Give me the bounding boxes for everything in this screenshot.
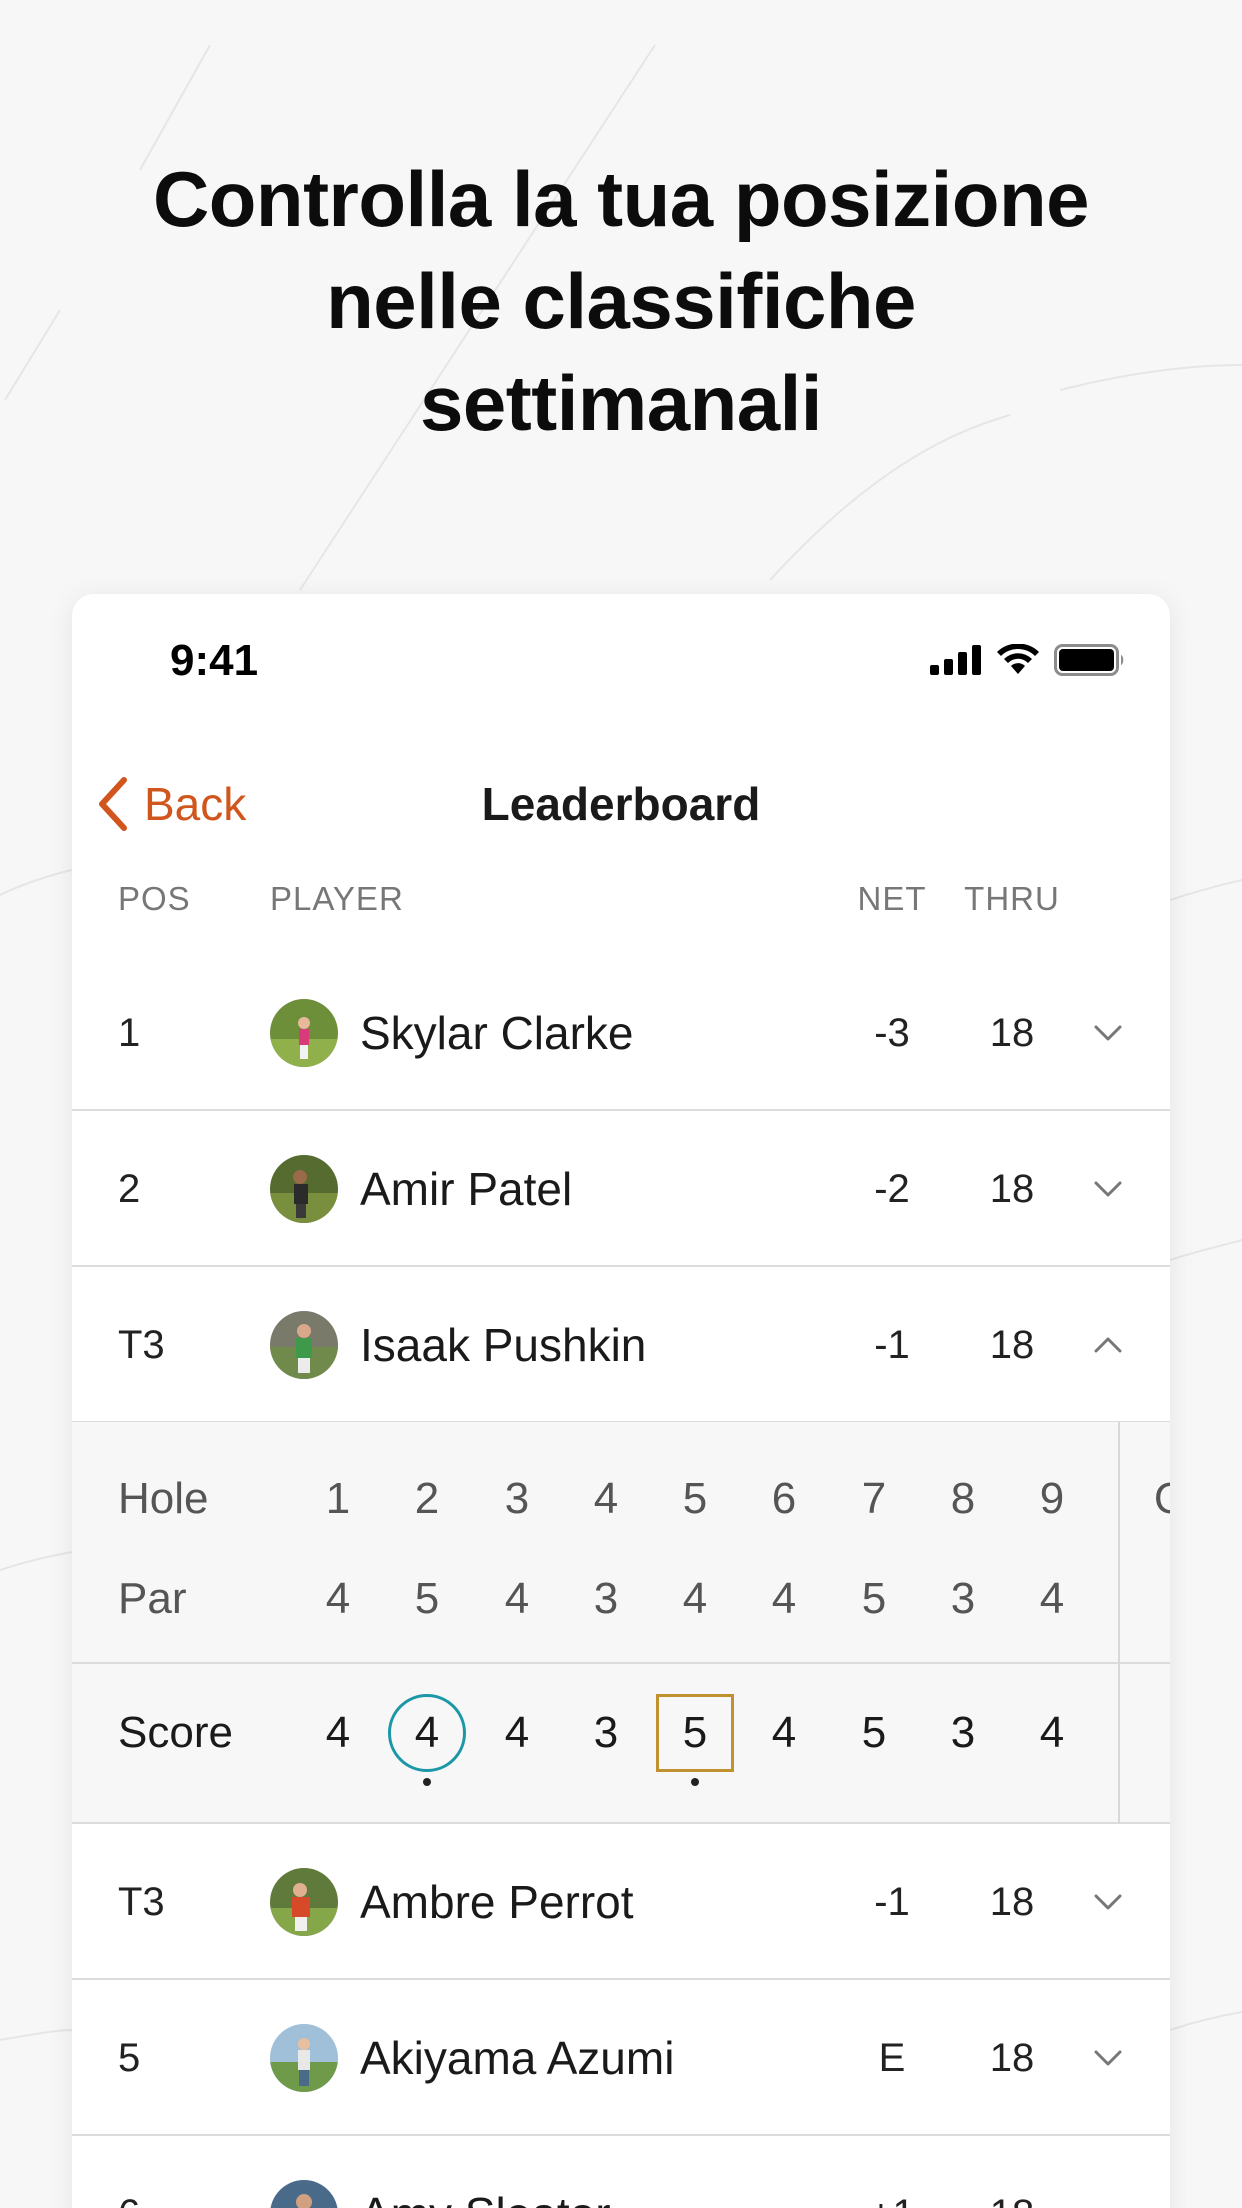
player-thru: 18 <box>952 2136 1072 2208</box>
leaderboard-row[interactable]: T3 Ambre Perrot -1 18 <box>72 1824 1170 1980</box>
hole-number: 5 <box>682 1474 708 1523</box>
player-name: Skylar Clarke <box>360 1007 634 1059</box>
player-net: -1 <box>874 1323 910 1367</box>
score-value: 3 <box>593 1708 619 1757</box>
score-value: 3 <box>950 1708 976 1757</box>
leaderboard-row[interactable]: 2 Amir Patel -2 18 <box>72 1111 1170 1267</box>
player-thru: 18 <box>989 1323 1035 1367</box>
par-value: 4 <box>325 1574 351 1623</box>
player-net: +1 <box>832 2136 952 2208</box>
player-position: T3 <box>118 1323 165 1367</box>
out-column-label: O <box>1154 1474 1170 1524</box>
phone-screen: 9:41 Back Leaderboard POS PLAYER NET THR… <box>72 594 1170 2208</box>
stroke-dot <box>423 1778 431 1786</box>
chevron-down-icon[interactable] <box>1090 1015 1126 1051</box>
scorecard: Hole Par Score 1 2 3 4 5 6 7 8 9 4 5 4 3… <box>72 1422 1170 1824</box>
stroke-dot <box>691 1778 699 1786</box>
hole-number: 3 <box>504 1474 530 1523</box>
score-value: 5 <box>861 1708 887 1757</box>
hole-number: 1 <box>325 1474 351 1523</box>
avatar <box>270 2180 338 2208</box>
chevron-down-icon[interactable] <box>1090 1884 1126 1920</box>
scorecard-divider <box>72 1662 1170 1664</box>
page-title: Leaderboard <box>481 778 761 830</box>
score-label: Score <box>118 1708 233 1757</box>
hole-number: 6 <box>771 1474 797 1523</box>
par-value: 5 <box>861 1574 887 1623</box>
player-thru: 18 <box>989 1880 1035 1924</box>
column-header-player: PLAYER <box>270 880 404 917</box>
navigation-bar: Back Leaderboard <box>72 764 1170 844</box>
leaderboard-row-expanded[interactable]: T3 Isaak Pushkin -1 18 <box>72 1267 1170 1423</box>
player-position: 1 <box>118 1011 141 1055</box>
hole-number: 2 <box>414 1474 440 1523</box>
chevron-down-icon[interactable] <box>1090 1171 1126 1207</box>
player-name: Isaak Pushkin <box>360 1319 647 1371</box>
score-value: 4 <box>1039 1708 1065 1757</box>
player-position: 2 <box>118 1167 141 1211</box>
par-label: Par <box>118 1574 187 1623</box>
par-value: 4 <box>682 1574 708 1623</box>
avatar <box>270 1868 338 1936</box>
par-value: 5 <box>414 1574 440 1623</box>
player-thru: 18 <box>989 1011 1035 1055</box>
headline-line-3: settimanali <box>420 359 822 447</box>
signal-icon <box>930 645 981 675</box>
hole-number: 8 <box>950 1474 976 1523</box>
score-value: 4 <box>414 1708 440 1757</box>
par-value: 4 <box>504 1574 530 1623</box>
score-value: 5 <box>682 1708 708 1757</box>
headline-line-2: nelle classifiche <box>326 257 916 345</box>
status-icons <box>930 644 1126 676</box>
par-value: 3 <box>593 1574 619 1623</box>
score-value: 4 <box>771 1708 797 1757</box>
player-thru: 18 <box>989 2036 1035 2080</box>
leaderboard-row[interactable]: 1 Skylar Clarke -3 18 <box>72 955 1170 1111</box>
headline: Controlla la tua posizione nelle classif… <box>0 148 1242 454</box>
player-net: -3 <box>874 1011 910 1055</box>
battery-icon <box>1054 644 1124 676</box>
score-value: 4 <box>325 1708 351 1757</box>
player-net: -1 <box>874 1880 910 1924</box>
avatar <box>270 1311 338 1379</box>
headline-line-1: Controlla la tua posizione <box>152 155 1090 243</box>
player-name: Amir Patel <box>360 1163 573 1215</box>
player-position: 6 <box>118 2136 140 2208</box>
avatar <box>270 1155 338 1223</box>
avatar <box>270 2024 338 2092</box>
chevron-up-icon[interactable] <box>1090 1327 1126 1363</box>
wifi-icon <box>997 644 1039 674</box>
score-value: 4 <box>504 1708 530 1757</box>
column-header-pos: POS <box>118 880 191 917</box>
player-net: E <box>878 2036 906 2080</box>
par-value: 3 <box>950 1574 976 1623</box>
player-net: -2 <box>874 1167 910 1211</box>
player-thru: 18 <box>989 1167 1035 1211</box>
chevron-down-icon[interactable] <box>1090 2040 1126 2076</box>
leaderboard-row[interactable]: 5 Akiyama Azumi E 18 <box>72 1980 1170 2136</box>
player-name: Akiyama Azumi <box>360 2032 675 2084</box>
avatar <box>270 999 338 1067</box>
column-header-thru: THRU <box>964 880 1060 917</box>
par-value: 4 <box>771 1574 797 1623</box>
status-time: 9:41 <box>170 636 259 685</box>
hole-number: 7 <box>861 1474 887 1523</box>
scorecard-column-divider <box>1118 1422 1120 1824</box>
player-position: T3 <box>118 1880 165 1924</box>
player-name: Amy Sleator <box>360 2136 611 2208</box>
player-position: 5 <box>118 2036 141 2080</box>
column-header-net: NET <box>857 880 927 917</box>
hole-label: Hole <box>118 1474 209 1523</box>
par-value: 4 <box>1039 1574 1065 1623</box>
hole-number: 9 <box>1039 1474 1065 1523</box>
leaderboard-row[interactable]: 6 Amy Sleator +1 18 <box>72 2136 1170 2208</box>
player-name: Ambre Perrot <box>360 1876 634 1928</box>
hole-number: 4 <box>593 1474 619 1523</box>
